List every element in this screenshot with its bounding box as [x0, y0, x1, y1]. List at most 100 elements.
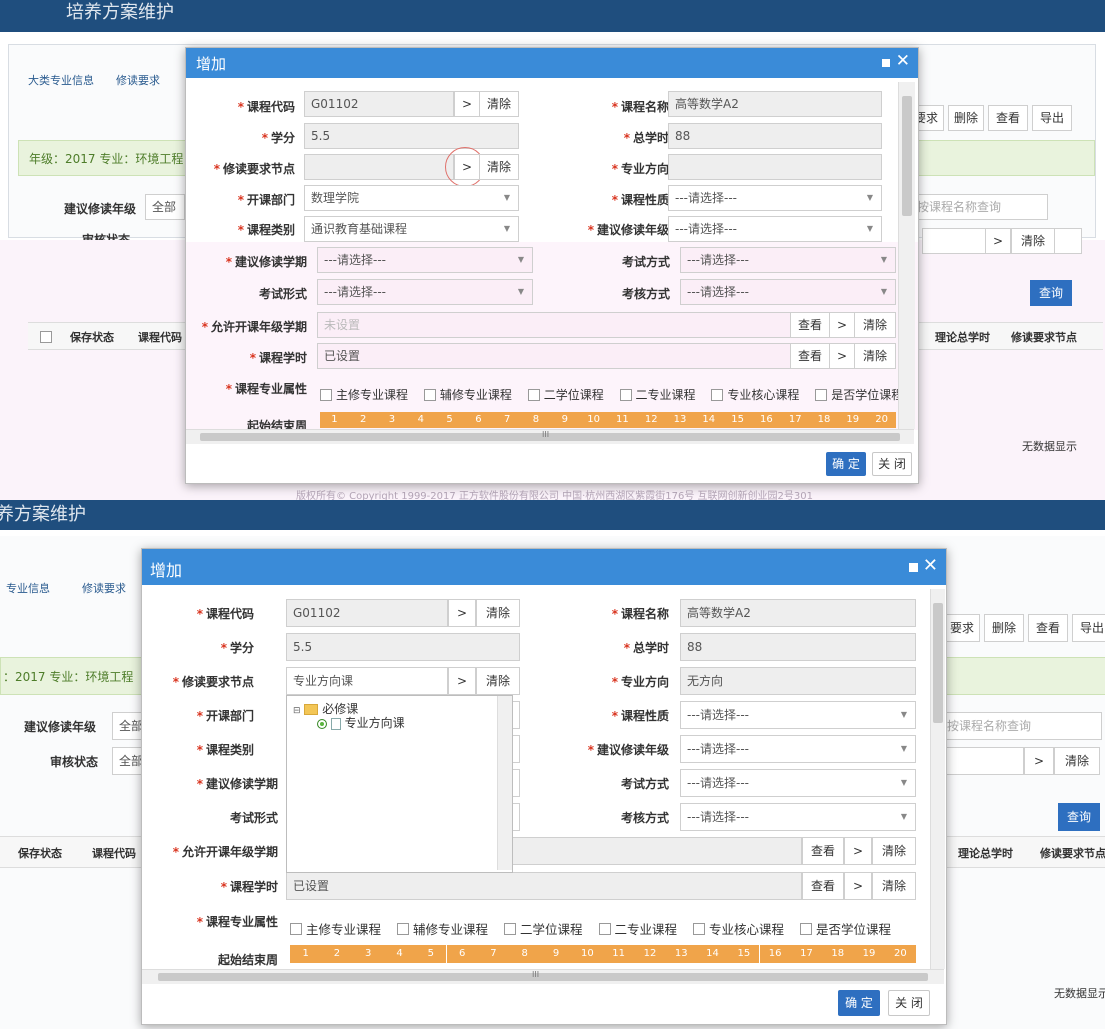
course-search-input[interactable]: 按课程名称查询: [910, 194, 1048, 220]
week-cell[interactable]: 13: [665, 945, 698, 963]
assess-select[interactable]: ---请选择--- ▼: [680, 803, 916, 831]
hours-field[interactable]: 已设置: [317, 343, 791, 369]
hours-view-button[interactable]: 查看: [790, 343, 830, 369]
view-button[interactable]: 查看: [1028, 614, 1068, 642]
course-code-field[interactable]: G01102: [304, 91, 454, 117]
nature-select[interactable]: ---请选择--- ▼: [680, 701, 916, 729]
week-cell[interactable]: 1: [290, 945, 323, 963]
major-dir-field[interactable]: [668, 154, 882, 180]
filter-select[interactable]: [940, 747, 1024, 775]
scroll-thumb[interactable]: [200, 433, 900, 441]
course-code-clear-button[interactable]: 清除: [479, 91, 519, 117]
allow-term-clear-button[interactable]: 清除: [854, 312, 896, 338]
week-cell[interactable]: 9: [540, 945, 573, 963]
tab-requirements[interactable]: 修读要求: [82, 580, 126, 596]
node-clear-button[interactable]: 清除: [476, 667, 520, 695]
week-cell[interactable]: 13: [665, 412, 696, 428]
attr-checkbox[interactable]: [423, 388, 436, 401]
week-cell[interactable]: 1: [320, 412, 350, 428]
scroll-thumb[interactable]: [158, 973, 928, 981]
req-button[interactable]: 要求: [944, 614, 980, 642]
tab-major-info[interactable]: 专业信息: [6, 580, 50, 596]
vertical-scrollbar[interactable]: [898, 82, 915, 429]
week-cell[interactable]: 5: [415, 945, 448, 963]
attr-checkbox[interactable]: [504, 922, 516, 935]
week-cell[interactable]: 11: [603, 945, 636, 963]
filter-arrow-button[interactable]: >: [985, 228, 1011, 254]
week-cell[interactable]: 9: [550, 412, 581, 428]
delete-button[interactable]: 删除: [948, 105, 984, 131]
allow-term-arrow-button[interactable]: >: [844, 837, 872, 865]
week-cell[interactable]: 16: [759, 945, 792, 963]
close-button[interactable]: 关 闭: [872, 452, 912, 476]
week-cell[interactable]: 6: [464, 412, 494, 428]
exam-form-select[interactable]: [512, 803, 520, 831]
hours-arrow-button[interactable]: >: [844, 872, 872, 900]
tree-child[interactable]: 专业方向课: [317, 714, 405, 731]
sug-grade-select[interactable]: ---请选择--- ▼: [680, 735, 916, 763]
credit-field[interactable]: 5.5: [286, 633, 520, 661]
attr-checkbox[interactable]: [290, 922, 302, 935]
dept-select[interactable]: [512, 701, 520, 729]
horizontal-scrollbar[interactable]: III: [142, 969, 944, 984]
week-cell[interactable]: 16: [752, 412, 782, 428]
allow-term-clear-button[interactable]: 清除: [872, 837, 916, 865]
delete-button[interactable]: 删除: [984, 614, 1024, 642]
week-cell[interactable]: 11: [608, 412, 638, 428]
node-clear-button[interactable]: 清除: [479, 154, 519, 180]
total-hours-field[interactable]: 88: [680, 633, 916, 661]
attr-checkbox[interactable]: [619, 388, 632, 401]
week-cell[interactable]: 6: [446, 945, 479, 963]
suggest-grade-select[interactable]: 全部: [145, 194, 185, 220]
export-button[interactable]: 导出: [1072, 614, 1105, 642]
course-name-field[interactable]: 高等数学A2: [680, 599, 916, 627]
horizontal-scrollbar[interactable]: III: [186, 429, 914, 444]
hours-arrow-button[interactable]: >: [829, 343, 855, 369]
allow-term-arrow-button[interactable]: >: [829, 312, 855, 338]
week-cell[interactable]: 20: [867, 412, 896, 428]
week-cell[interactable]: 14: [696, 945, 730, 963]
exam-mode-select[interactable]: ---请选择--- ▼: [680, 769, 916, 797]
tab-requirements[interactable]: 修读要求: [116, 72, 160, 88]
week-cell[interactable]: 15: [723, 412, 753, 428]
week-cell[interactable]: 17: [780, 412, 811, 428]
week-cell[interactable]: 12: [634, 945, 667, 963]
week-cell[interactable]: 12: [636, 412, 667, 428]
week-cell[interactable]: 2: [321, 945, 354, 963]
course-code-arrow-button[interactable]: >: [454, 91, 480, 117]
filter-arrow-button[interactable]: >: [1024, 747, 1054, 775]
allow-term-view-button[interactable]: 查看: [790, 312, 830, 338]
attr-checkbox[interactable]: [815, 388, 828, 401]
course-search-input[interactable]: 按课程名称查询: [940, 712, 1102, 740]
view-button[interactable]: 查看: [988, 105, 1028, 131]
assess-select[interactable]: ---请选择--- ▼: [680, 279, 896, 305]
hours-view-button[interactable]: 查看: [802, 872, 844, 900]
total-hours-field[interactable]: 88: [668, 123, 882, 149]
exam-form-select[interactable]: ---请选择--- ▼: [317, 279, 533, 305]
attr-checkbox[interactable]: [320, 388, 332, 401]
sug-grade-select[interactable]: ---请选择--- ▼: [668, 216, 882, 242]
attr-checkbox[interactable]: [693, 922, 705, 935]
allow-term-field[interactable]: 未设置: [317, 312, 791, 338]
week-cell[interactable]: 10: [571, 945, 604, 963]
attr-checkbox[interactable]: [800, 922, 812, 935]
week-cell[interactable]: 18: [822, 945, 855, 963]
week-cell[interactable]: 19: [853, 945, 886, 963]
query-button[interactable]: 查询: [1058, 803, 1100, 831]
export-button[interactable]: 导出: [1032, 105, 1072, 131]
week-cell[interactable]: 8: [509, 945, 542, 963]
attr-checkbox[interactable]: [527, 388, 540, 401]
node-field[interactable]: 专业方向课: [286, 667, 448, 695]
course-code-arrow-button[interactable]: >: [448, 599, 476, 627]
ok-button[interactable]: 确 定: [838, 990, 880, 1016]
week-cell[interactable]: 18: [809, 412, 840, 428]
week-cell[interactable]: 7: [477, 945, 511, 963]
vertical-scrollbar[interactable]: [497, 696, 512, 870]
hours-field[interactable]: 已设置: [286, 872, 802, 900]
week-cell[interactable]: 8: [521, 412, 552, 428]
allow-term-view-button[interactable]: 查看: [802, 837, 844, 865]
credit-field[interactable]: 5.5: [304, 123, 519, 149]
scroll-thumb[interactable]: [933, 603, 943, 723]
week-cell[interactable]: 7: [492, 412, 523, 428]
scroll-thumb[interactable]: [902, 96, 912, 216]
